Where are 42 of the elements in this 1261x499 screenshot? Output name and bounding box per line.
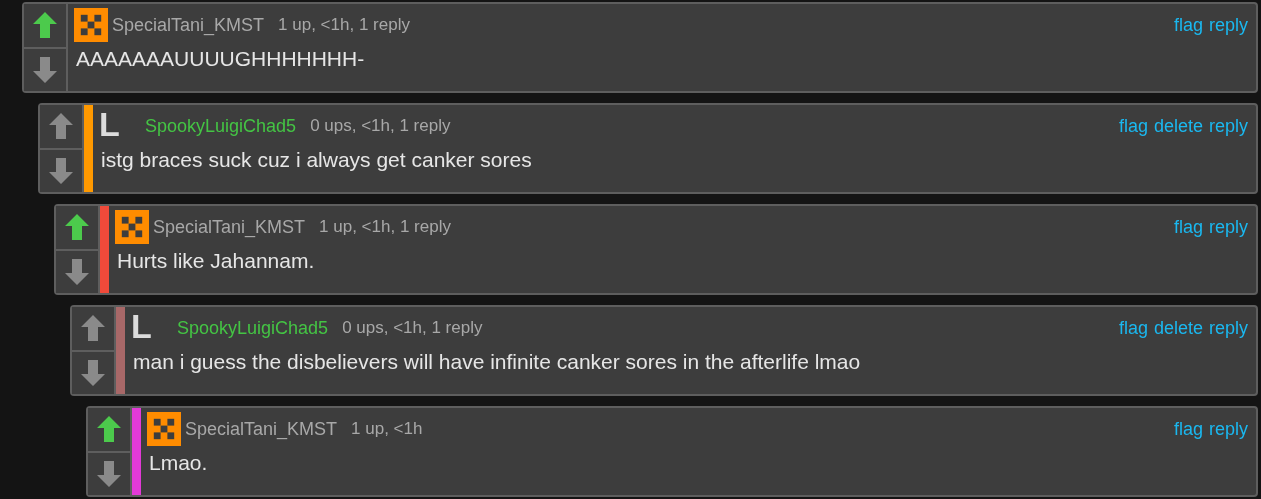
action-link[interactable]: reply — [1209, 213, 1248, 241]
downvote-button[interactable] — [88, 450, 130, 495]
action-link[interactable]: delete — [1153, 112, 1203, 140]
downvote-button[interactable] — [40, 147, 82, 192]
comment-text: Lmao. — [148, 450, 209, 476]
action-link[interactable]: reply — [1209, 11, 1248, 39]
action-link[interactable]: flag — [1173, 11, 1203, 39]
comment-text: Hurts like Jahannam. — [116, 248, 316, 274]
username-link[interactable]: SpecialTani_KMST — [185, 415, 338, 443]
action-link[interactable]: flag — [1173, 415, 1203, 443]
action-link[interactable]: reply — [1209, 112, 1248, 140]
checkered-avatar-icon — [147, 412, 181, 446]
comment-text: istg braces suck cuz i always get canker sores — [100, 147, 533, 173]
down-arrow-icon — [65, 258, 89, 285]
comment-meta: 0 ups, <1h, 1 reply — [342, 317, 483, 340]
comment-meta: 0 ups, <1h, 1 reply — [310, 115, 451, 138]
action-link[interactable]: flag — [1118, 314, 1148, 342]
username-link[interactable]: SpecialTani_KMST — [153, 213, 306, 241]
username-link[interactable]: SpecialTani_KMST — [112, 11, 265, 39]
comment-text: man i guess the disbelievers will have infinite canker sores in the afterlife lmao — [132, 349, 862, 375]
action-link[interactable]: flag — [1118, 112, 1148, 140]
action-link[interactable]: delete — [1153, 314, 1203, 342]
downvote-button[interactable] — [56, 248, 98, 293]
down-arrow-icon — [49, 157, 73, 184]
downvote-button[interactable] — [24, 46, 66, 91]
action-link[interactable]: reply — [1209, 314, 1248, 342]
comment-meta: 1 up, <1h, 1 reply — [319, 216, 451, 239]
checkered-avatar-icon — [74, 8, 108, 42]
checkered-avatar-icon — [115, 210, 149, 244]
username-link[interactable]: SpookyLuigiChad5 — [177, 314, 329, 342]
comment-meta: 1 up, <1h, 1 reply — [278, 14, 410, 37]
comment-text: AAAAAAAUUUUGHHHHHHH- — [75, 46, 366, 72]
action-link[interactable]: reply — [1209, 415, 1248, 443]
avatar-letter: L — [99, 107, 121, 141]
down-arrow-icon — [33, 56, 57, 83]
down-arrow-icon — [81, 359, 105, 386]
comment-meta: 1 up, <1h — [351, 418, 423, 441]
down-arrow-icon — [97, 460, 121, 487]
downvote-button[interactable] — [72, 349, 114, 394]
avatar-letter: L — [131, 309, 153, 343]
action-link[interactable]: flag — [1173, 213, 1203, 241]
username-link[interactable]: SpookyLuigiChad5 — [145, 112, 297, 140]
